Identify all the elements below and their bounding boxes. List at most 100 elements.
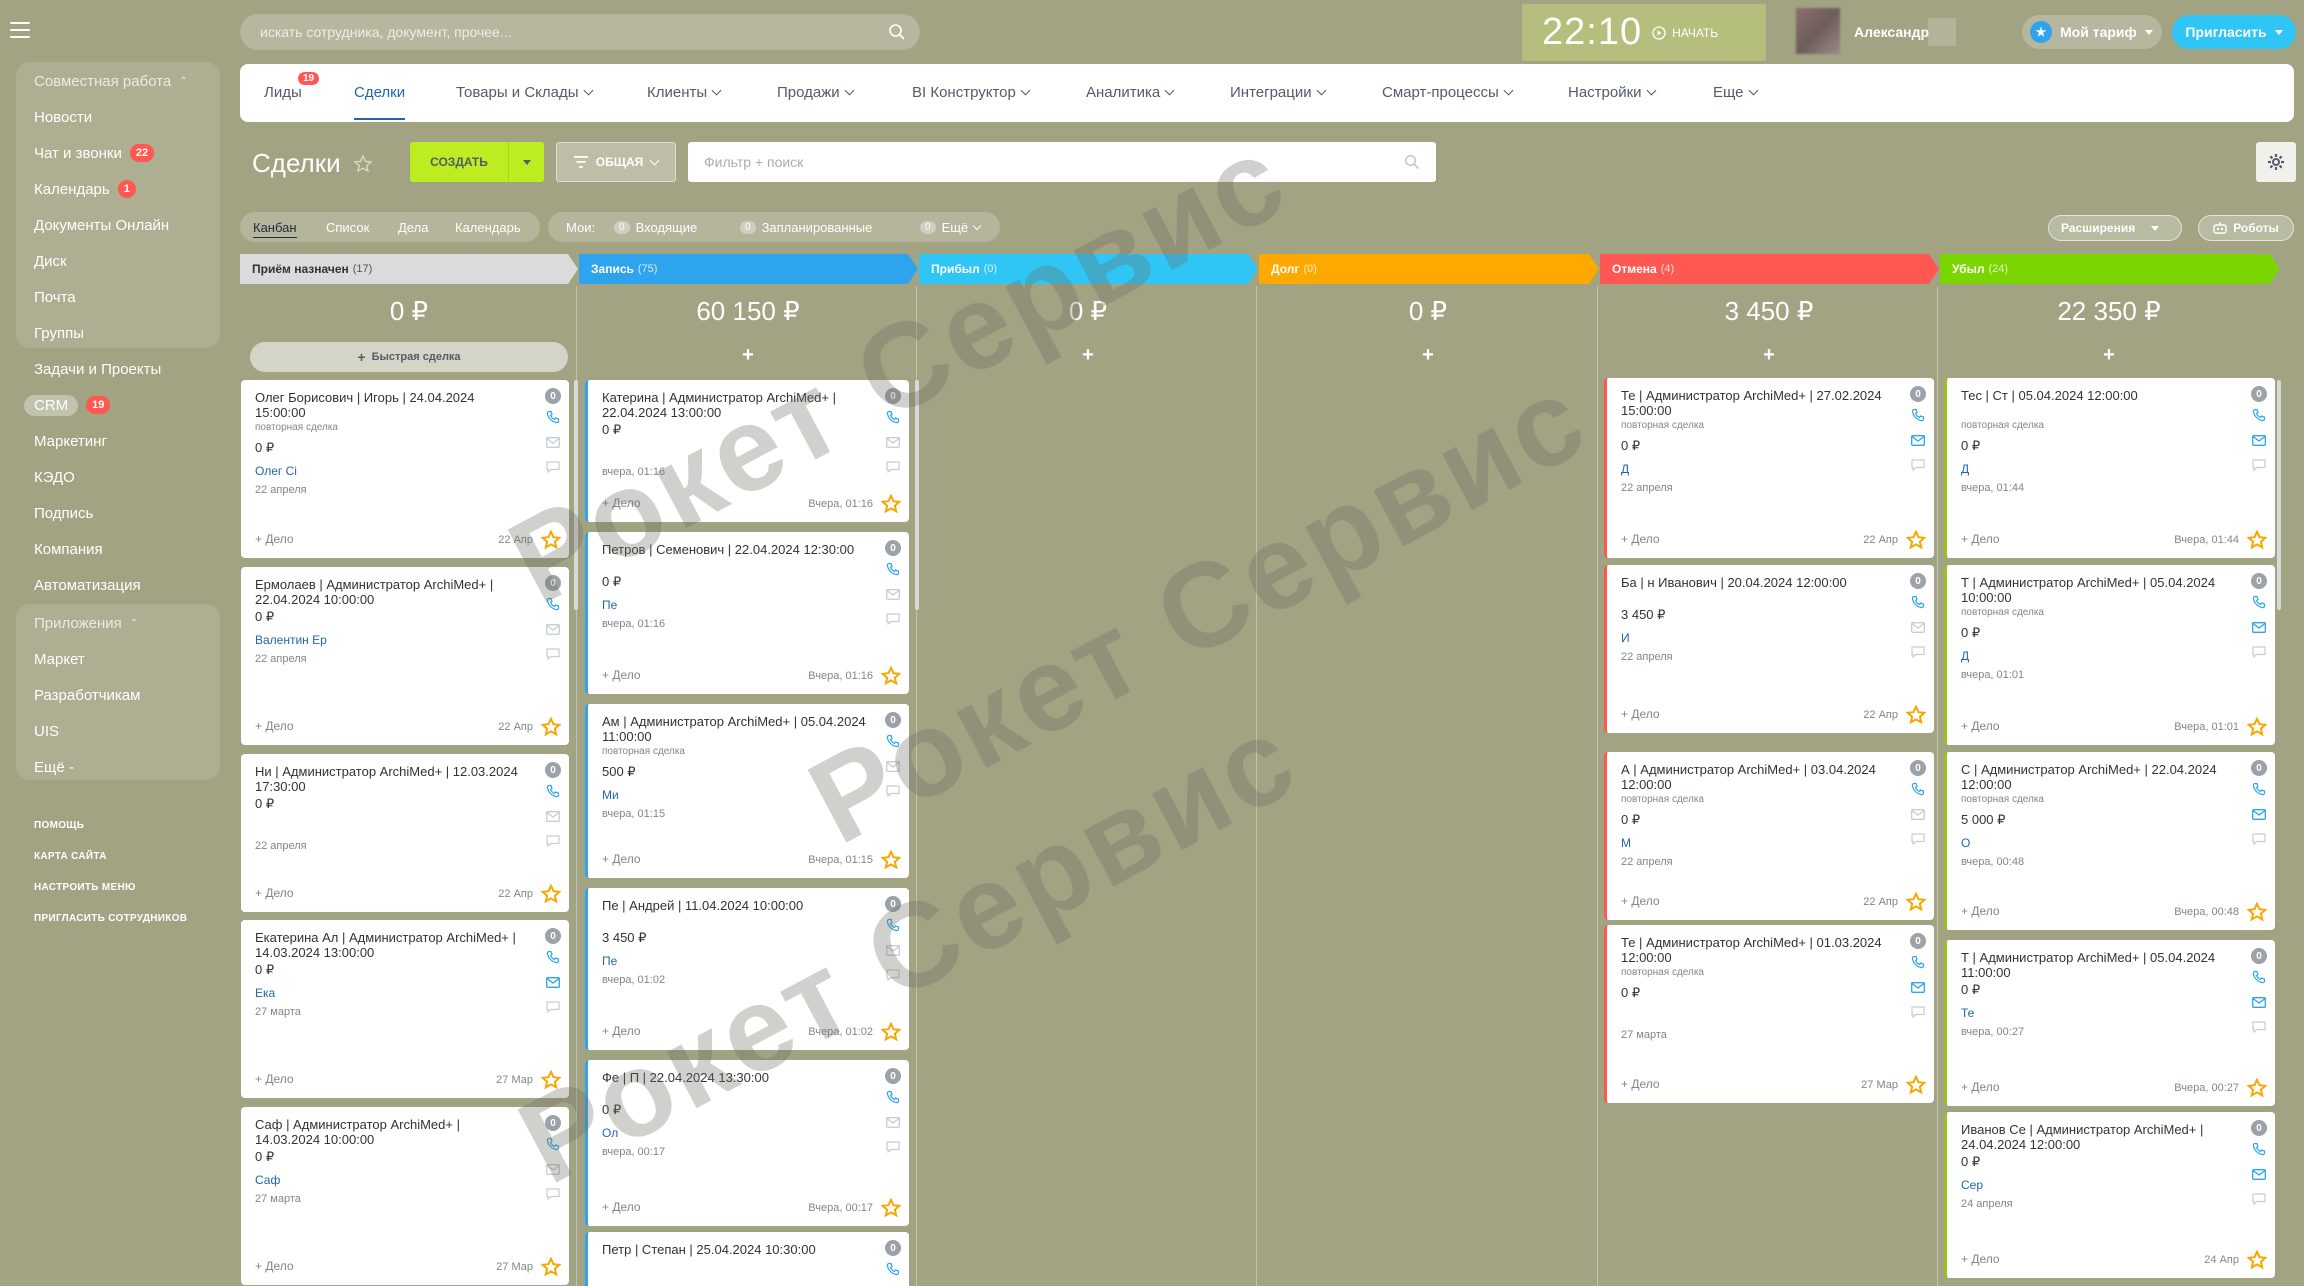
chat-icon[interactable]: [886, 1140, 900, 1158]
sidebar-item-kedo[interactable]: КЭДО: [34, 466, 75, 488]
star-icon[interactable]: [540, 1256, 562, 1277]
phone-icon[interactable]: [546, 410, 560, 429]
add-activity-link[interactable]: + Дело: [255, 1259, 294, 1273]
mail-icon[interactable]: [1911, 620, 1925, 638]
deal-title[interactable]: Олег Борисович | Игорь | 24.04.2024 15:0…: [255, 390, 525, 420]
deal-title[interactable]: Ни | Администратор ArchiMed+ | 12.03.202…: [255, 764, 525, 794]
deal-title[interactable]: Петр | Степан | 25.04.2024 10:30:00: [602, 1242, 872, 1257]
sidebar-item-mail[interactable]: Почта: [34, 286, 76, 308]
star-icon[interactable]: [2246, 901, 2268, 922]
chat-icon[interactable]: [886, 784, 900, 802]
mail-icon[interactable]: [546, 435, 560, 453]
add-activity-link[interactable]: + Дело: [1961, 904, 2000, 918]
chat-icon[interactable]: [2252, 645, 2266, 663]
deal-contact-link[interactable]: Ми: [602, 788, 619, 802]
phone-icon[interactable]: [1911, 782, 1925, 801]
sidebar-item-disk[interactable]: Диск: [34, 250, 67, 272]
deal-card[interactable]: Петр | Степан | 25.04.2024 10:30:00 0: [585, 1232, 909, 1286]
deal-card[interactable]: Тес | Ст | 05.04.2024 12:00:00 повторная …: [1944, 378, 2275, 558]
phone-icon[interactable]: [2252, 1142, 2266, 1161]
deal-title[interactable]: Ермолаев | Администратор ArchiMed+ | 22.…: [255, 577, 525, 607]
deal-title[interactable]: Тес | Ст | 05.04.2024 12:00:00: [1961, 388, 2231, 403]
add-activity-link[interactable]: + Дело: [1961, 1080, 2000, 1094]
mail-icon[interactable]: [546, 1162, 560, 1180]
deal-card[interactable]: Катерина | Администратор ArchiMed+ | 22.…: [585, 380, 909, 522]
my-tariff-button[interactable]: ★ Мой тариф: [2022, 15, 2162, 49]
sidebar-item-automation[interactable]: Автоматизация: [34, 574, 141, 596]
deal-card[interactable]: Те | Администратор ArchiMed+ | 01.03.202…: [1604, 925, 1934, 1103]
chat-icon[interactable]: [546, 834, 560, 852]
add-activity-link[interactable]: + Дело: [602, 1024, 641, 1038]
chat-icon[interactable]: [546, 1000, 560, 1018]
mail-icon[interactable]: [1911, 807, 1925, 825]
deal-card[interactable]: Т | Администратор ArchiMed+ | 05.04.2024…: [1944, 565, 2275, 745]
stage-record-header[interactable]: Запись (75): [579, 254, 918, 284]
deal-title[interactable]: Катерина | Администратор ArchiMed+ | 22.…: [602, 390, 872, 420]
sidebar-item-crm[interactable]: CRM 19: [24, 394, 111, 416]
add-activity-link[interactable]: + Дело: [1621, 532, 1660, 546]
deal-card[interactable]: Саф | Администратор ArchiMed+ | 14.03.20…: [241, 1107, 569, 1285]
deal-contact-link[interactable]: М: [1621, 836, 1631, 850]
deal-card[interactable]: Екатерина Ал | Администратор ArchiMed+ |…: [241, 920, 569, 1098]
chat-icon[interactable]: [2252, 458, 2266, 476]
settings-gear-button[interactable]: [2256, 142, 2296, 182]
phone-icon[interactable]: [1911, 595, 1925, 614]
sidebar-group-title-apps[interactable]: Приложения ⌃: [34, 612, 138, 634]
phone-icon[interactable]: [886, 562, 900, 581]
deal-card[interactable]: Ни | Администратор ArchiMed+ | 12.03.202…: [241, 754, 569, 912]
add-deal-plus-icon[interactable]: +: [1604, 344, 1934, 367]
mail-icon[interactable]: [886, 1115, 900, 1133]
star-icon[interactable]: [2246, 1249, 2268, 1270]
star-icon[interactable]: [2246, 1077, 2268, 1098]
deal-title[interactable]: Те | Администратор ArchiMed+ | 27.02.202…: [1621, 388, 1891, 418]
sidebar-help-link[interactable]: ПОМОЩЬ: [34, 820, 84, 831]
deal-card[interactable]: Пе | Андрей | 11.04.2024 10:00:00 3 450 ₽…: [585, 888, 909, 1050]
filter-planned[interactable]: 0 Запланированные: [740, 220, 872, 235]
chat-icon[interactable]: [2252, 832, 2266, 850]
deal-card[interactable]: Ермолаев | Администратор ArchiMed+ | 22.…: [241, 567, 569, 745]
star-icon[interactable]: [1905, 704, 1927, 725]
deal-contact-link[interactable]: О: [1961, 836, 1970, 850]
chat-icon[interactable]: [886, 460, 900, 478]
sidebar-invite-link[interactable]: ПРИГЛАСИТЬ СОТРУДНИКОВ: [34, 913, 187, 924]
deal-contact-link[interactable]: Д: [1961, 462, 1969, 476]
add-activity-link[interactable]: + Дело: [1961, 719, 2000, 733]
star-icon[interactable]: [2246, 716, 2268, 737]
chat-icon[interactable]: [546, 460, 560, 478]
user-name[interactable]: Александр: [1854, 24, 1929, 40]
star-icon[interactable]: [1905, 529, 1927, 550]
deal-contact-link[interactable]: Саф: [255, 1173, 280, 1187]
deal-contact-link[interactable]: Д: [1961, 649, 1969, 663]
deal-contact-link[interactable]: Д: [1621, 462, 1629, 476]
deal-title[interactable]: Петров | Семенович | 22.04.2024 12:30:00: [602, 542, 872, 557]
tab-deals[interactable]: Сделки: [354, 84, 406, 120]
create-deal-button[interactable]: СОЗДАТЬ: [410, 142, 544, 182]
star-icon[interactable]: [540, 716, 562, 737]
sidebar-item-chat[interactable]: Чат и звонки 22: [34, 142, 155, 164]
menu-hamburger-icon[interactable]: [10, 22, 30, 38]
deal-card[interactable]: Петров | Семенович | 22.04.2024 12:30:00…: [585, 532, 909, 694]
sidebar-config-menu-link[interactable]: НАСТРОИТЬ МЕНЮ: [34, 882, 136, 893]
phone-icon[interactable]: [546, 1137, 560, 1156]
deal-title[interactable]: Фе | П | 22.04.2024 13:30:00: [602, 1070, 872, 1085]
deal-card[interactable]: Ба | н Иванович | 20.04.2024 12:00:00 3 4…: [1604, 565, 1934, 733]
star-icon[interactable]: [880, 1197, 902, 1218]
sidebar-item-groups[interactable]: Группы: [34, 322, 84, 344]
filter-more[interactable]: 0 Ещё: [920, 220, 982, 235]
deal-contact-link[interactable]: Ол: [602, 1126, 618, 1140]
sidebar-item-marketing[interactable]: Маркетинг: [34, 430, 107, 452]
deal-title[interactable]: Т | Администратор ArchiMed+ | 05.04.2024…: [1961, 950, 2231, 980]
tab-settings[interactable]: Настройки: [1568, 84, 1657, 101]
robots-button[interactable]: Роботы: [2198, 215, 2294, 241]
tab-sales[interactable]: Продажи: [777, 84, 855, 101]
star-icon[interactable]: [2246, 529, 2268, 550]
chat-icon[interactable]: [1911, 458, 1925, 476]
phone-icon[interactable]: [2252, 408, 2266, 427]
tab-leads[interactable]: Лиды: [264, 84, 302, 101]
phone-icon[interactable]: [886, 734, 900, 753]
add-deal-plus-icon[interactable]: +: [1263, 344, 1593, 367]
star-outline-icon[interactable]: [353, 153, 373, 174]
add-activity-link[interactable]: + Дело: [602, 668, 641, 682]
workday-clock[interactable]: 22:10 НАЧАТЬ: [1522, 4, 1766, 61]
chat-icon[interactable]: [2252, 1020, 2266, 1038]
